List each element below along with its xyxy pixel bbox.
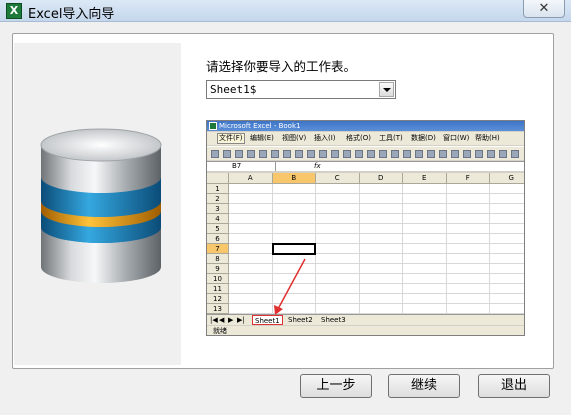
chevron-down-icon[interactable]: [379, 82, 394, 97]
exit-button[interactable]: 退出: [478, 374, 550, 398]
excel-icon: X: [6, 3, 22, 19]
sheet-select-value: Sheet1$: [210, 83, 257, 96]
red-arrow-annotation: [274, 258, 306, 315]
title-bar: X Excel导入向导 ✕: [0, 0, 571, 22]
wizard-frame: 请选择你要导入的工作表。 Sheet1$ Microsoft Excel - B…: [12, 33, 554, 369]
database-icon: [40, 128, 162, 283]
next-button[interactable]: 继续: [388, 374, 460, 398]
wizard-prompt: 请选择你要导入的工作表。: [206, 59, 357, 74]
prev-button[interactable]: 上一步: [300, 374, 372, 398]
side-panel: [14, 43, 181, 365]
excel-preview-image: Microsoft Excel - Book1 文件(F) 编辑(E) 视图(V) 插…: [206, 120, 525, 336]
sheet-select[interactable]: Sheet1$: [206, 80, 396, 99]
window-title: Excel导入向导: [28, 7, 115, 22]
close-button[interactable]: ✕: [523, 0, 565, 18]
